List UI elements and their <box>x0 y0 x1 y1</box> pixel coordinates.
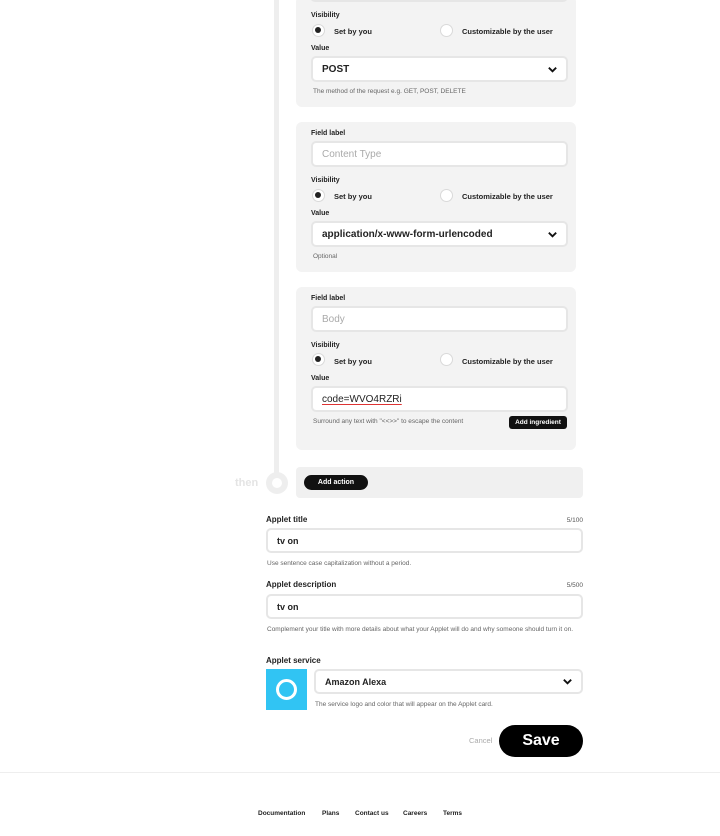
applet-title-helper: Use sentence case capitalization without… <box>267 560 412 567</box>
visibility-label: Visibility <box>311 342 340 349</box>
radio-customizable[interactable] <box>440 353 453 366</box>
footer-link-contact[interactable]: Contact us <box>355 810 389 817</box>
timeline-line <box>274 0 279 474</box>
field-label-label: Field label <box>311 130 346 137</box>
method-select[interactable]: POST <box>311 56 568 82</box>
applet-service-select[interactable]: Amazon Alexa <box>314 669 583 694</box>
footer-link-careers[interactable]: Careers <box>403 810 427 817</box>
alexa-logo-icon <box>266 669 307 710</box>
applet-description-counter: 5/500 <box>566 582 583 589</box>
radio-set-by-you[interactable] <box>312 24 325 37</box>
chevron-down-icon <box>548 232 557 238</box>
radio-customizable-label: Customizable by the user <box>462 27 553 36</box>
add-action-button[interactable]: Add action <box>304 475 368 490</box>
method-helper: The method of the request e.g. GET, POST… <box>313 88 466 95</box>
save-button[interactable]: Save <box>499 725 583 757</box>
chevron-down-icon <box>548 67 557 73</box>
footer-link-terms[interactable]: Terms <box>443 810 462 817</box>
radio-customizable-label: Customizable by the user <box>462 357 553 366</box>
footer-link-plans[interactable]: Plans <box>322 810 339 817</box>
footer-divider <box>0 772 720 773</box>
body-label-input[interactable]: Body <box>311 306 568 332</box>
applet-description-label: Applet description <box>266 580 337 589</box>
content-type-select-value: application/x-www-form-urlencoded <box>322 228 493 240</box>
value-label: Value <box>311 45 330 52</box>
radio-customizable[interactable] <box>440 189 453 202</box>
applet-description-input[interactable]: tv on <box>266 594 583 619</box>
value-label: Value <box>311 210 330 217</box>
radio-set-by-you[interactable] <box>312 353 325 366</box>
method-select-value: POST <box>322 63 350 75</box>
applet-title-input[interactable]: tv on <box>266 528 583 553</box>
body-placeholder: Body <box>322 313 345 325</box>
visibility-label: Visibility <box>311 177 340 184</box>
radio-set-by-you-label: Set by you <box>334 357 372 366</box>
applet-title-counter: 5/100 <box>566 517 583 524</box>
content-type-helper: Optional <box>313 253 338 260</box>
body-helper: Surround any text with "<<>>" to escape … <box>313 418 464 425</box>
content-type-placeholder: Content Type <box>322 148 382 160</box>
applet-title-label: Applet title <box>266 515 308 524</box>
applet-description-helper: Complement your title with more details … <box>267 626 574 633</box>
applet-service-label: Applet service <box>266 656 321 665</box>
radio-set-by-you-label: Set by you <box>334 192 372 201</box>
body-value-input[interactable]: code=WVO4RZRi <box>311 386 568 412</box>
applet-title-value: tv on <box>277 535 299 546</box>
timeline-node <box>266 472 288 494</box>
then-label: then <box>235 477 259 489</box>
body-value-text: code=WVO4RZRi <box>322 393 402 405</box>
card-top-input-edge <box>310 0 568 2</box>
radio-customizable[interactable] <box>440 24 453 37</box>
applet-description-value: tv on <box>277 601 299 612</box>
applet-service-helper: The service logo and color that will app… <box>315 701 493 708</box>
field-label-label: Field label <box>311 295 346 302</box>
content-type-label-input[interactable]: Content Type <box>311 141 568 167</box>
radio-set-by-you[interactable] <box>312 189 325 202</box>
add-ingredient-button[interactable]: Add ingredient <box>509 416 567 429</box>
visibility-label: Visibility <box>311 12 340 19</box>
chevron-down-icon <box>563 679 572 685</box>
content-type-select[interactable]: application/x-www-form-urlencoded <box>311 221 568 247</box>
footer-link-documentation[interactable]: Documentation <box>258 810 305 817</box>
radio-customizable-label: Customizable by the user <box>462 192 553 201</box>
applet-service-value: Amazon Alexa <box>325 676 387 687</box>
value-label: Value <box>311 375 330 382</box>
radio-set-by-you-label: Set by you <box>334 27 372 36</box>
cancel-link[interactable]: Cancel <box>469 736 492 745</box>
